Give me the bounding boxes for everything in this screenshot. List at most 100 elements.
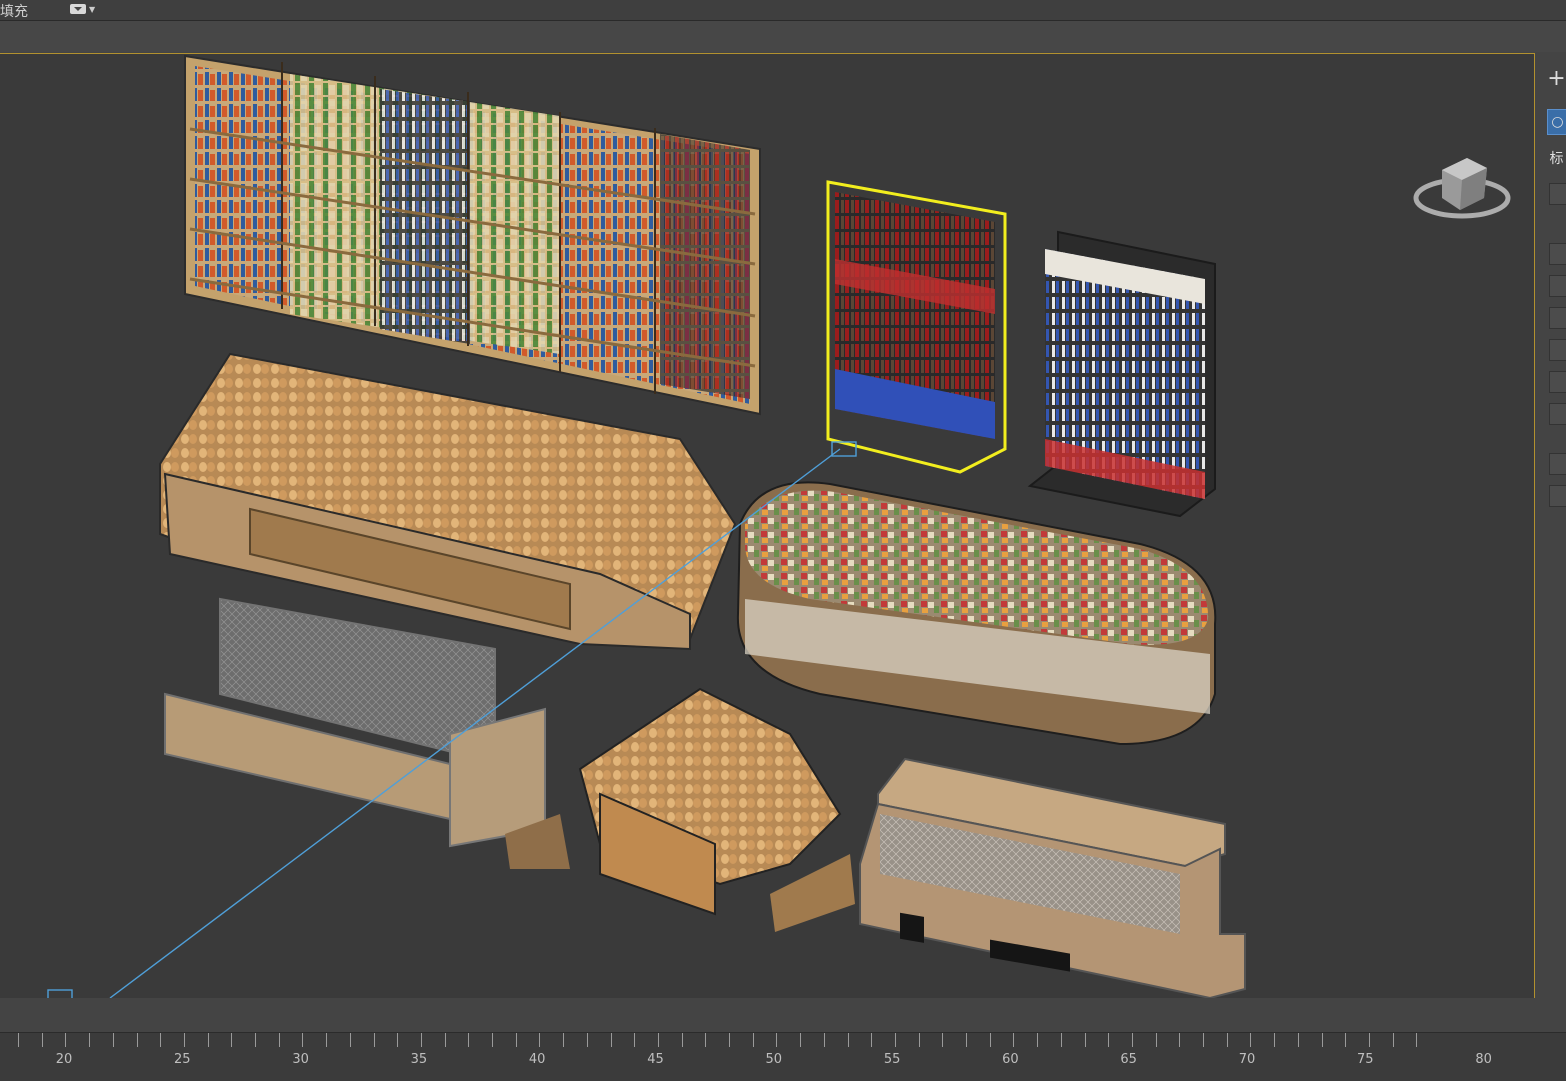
timeline-label: 50: [765, 1052, 783, 1067]
timeline-label: 75: [1357, 1052, 1374, 1067]
fill-dropdown[interactable]: ▼: [70, 2, 104, 16]
metal-produce-rack[interactable]: [164, 597, 546, 848]
timeline-tick: [18, 1033, 19, 1047]
panel-tab-label: 标: [1549, 151, 1564, 167]
timeline-tick: [420, 1033, 422, 1047]
chevron-down-icon: ▼: [89, 4, 96, 14]
timeline-label: 60: [1002, 1052, 1019, 1067]
timeline-tick: [1084, 1033, 1086, 1047]
geometry-button[interactable]: ○: [1547, 109, 1566, 135]
timeline-tick: [326, 1033, 328, 1047]
timeline-tick: [1416, 1033, 1418, 1047]
panel-slot-3[interactable]: [1549, 307, 1566, 329]
timeline-tick: [112, 1033, 114, 1047]
timeline-tick: [1060, 1033, 1062, 1047]
timeline-tick: [823, 1033, 825, 1047]
timeline-tick: [1155, 1033, 1157, 1047]
timeline-tick: [539, 1033, 541, 1047]
viewcube-icon[interactable]: [1412, 152, 1512, 228]
selected-dark-shelf[interactable]: [826, 180, 1007, 474]
scene-canvas[interactable]: [0, 54, 1534, 998]
timeline-tick: [255, 1033, 256, 1047]
timeline-tick: [894, 1033, 896, 1047]
panel-tab[interactable]: 标: [1547, 147, 1566, 171]
top-toolbar: 填充 ▼: [0, 0, 1566, 21]
timeline-tick: [278, 1033, 280, 1047]
timeline-tick: [752, 1033, 754, 1047]
timeline-tick: [1203, 1033, 1204, 1047]
panel-slot-1[interactable]: [1549, 243, 1566, 265]
timeline-tick: [800, 1033, 802, 1047]
timeline-tick: [1368, 1033, 1370, 1047]
timeline-tick: [136, 1033, 138, 1047]
timeline-tick: [89, 1033, 91, 1047]
create-button[interactable]: +: [1547, 67, 1566, 91]
timeline-tick: [1392, 1033, 1394, 1047]
timeline-tick: [681, 1033, 683, 1047]
wall-shelving-unit[interactable]: [184, 54, 761, 416]
perspective-viewport[interactable]: [0, 53, 1535, 999]
timeline-tick: [207, 1033, 209, 1047]
timeline-tick: [468, 1033, 470, 1047]
timeline-tick: [847, 1033, 849, 1047]
panel-slot-2[interactable]: [1549, 275, 1566, 297]
timeline-label: 80: [1475, 1052, 1492, 1067]
timeline-tick: [1274, 1033, 1276, 1047]
rollout-arrow[interactable]: [1549, 183, 1566, 205]
speech-bubble-dropdown-icon: [70, 4, 86, 14]
status-gap: [0, 998, 1566, 1032]
timeline-tick: [397, 1033, 399, 1047]
timeline-tick: [1037, 1033, 1039, 1047]
timeline-label: 45: [647, 1052, 664, 1067]
timeline-tick: [1131, 1033, 1133, 1047]
plus-icon: +: [1547, 66, 1566, 91]
panel-slot-7[interactable]: [1549, 485, 1566, 507]
dark-wall-shelf[interactable]: [1027, 230, 1216, 518]
timeline-label: 35: [410, 1052, 428, 1067]
timeline-tick: [563, 1033, 565, 1047]
timeline-tick: [302, 1033, 304, 1047]
timeline-tick: [729, 1033, 730, 1047]
panel-slot-5[interactable]: [1549, 371, 1566, 393]
timeline-tick: [966, 1033, 967, 1047]
timeline-tick: [373, 1033, 375, 1047]
timeline-tick: [444, 1033, 446, 1047]
timeline-tick: [1321, 1033, 1323, 1047]
oval-produce-island[interactable]: [736, 481, 1217, 746]
timeline-label: 55: [883, 1052, 901, 1067]
timeline-tick: [776, 1033, 778, 1047]
timeline-label: 25: [174, 1052, 191, 1067]
timeline-tick: [231, 1033, 233, 1047]
timeline-tick: [1179, 1033, 1181, 1047]
timeline-tick: [1226, 1033, 1228, 1047]
timeline-tick: [160, 1033, 162, 1047]
timeline-tick: [634, 1033, 636, 1047]
rollout-arrow-2[interactable]: [1549, 453, 1566, 475]
bread-gondola[interactable]: [505, 687, 855, 932]
timeline-tick: [586, 1033, 588, 1047]
toolbar-band: [0, 21, 1566, 52]
panel-slot-6[interactable]: [1549, 403, 1566, 425]
timeline-label: 40: [528, 1052, 546, 1067]
timeline-tick: [515, 1033, 517, 1047]
timeline-label: 70: [1238, 1052, 1256, 1067]
timeline-tick: [942, 1033, 944, 1047]
panel-slot-4[interactable]: [1549, 339, 1566, 361]
timeline-tick: [492, 1033, 493, 1047]
timeline-tick: [349, 1033, 351, 1047]
timeline-label: 65: [1120, 1052, 1137, 1067]
timeline-tick: [1108, 1033, 1110, 1047]
sphere-icon: ○: [1551, 114, 1564, 130]
timeline-tick: [657, 1033, 659, 1047]
timeline-label: 30: [292, 1052, 309, 1067]
timeline-tick: [1250, 1033, 1252, 1047]
command-panel: + ○ 标: [1537, 53, 1566, 999]
timeline-tick: [183, 1033, 185, 1047]
checkout-counter[interactable]: [859, 757, 1246, 998]
timeline-tick: [918, 1033, 920, 1047]
timeline-ruler[interactable]: 20 25 30 35 40 45 50 55 60 65 70 75 80: [0, 1032, 1566, 1081]
timeline-tick: [1345, 1033, 1347, 1047]
fill-label: 填充: [0, 4, 28, 20]
timeline-tick: [705, 1033, 707, 1047]
timeline-label: 20: [55, 1052, 73, 1067]
